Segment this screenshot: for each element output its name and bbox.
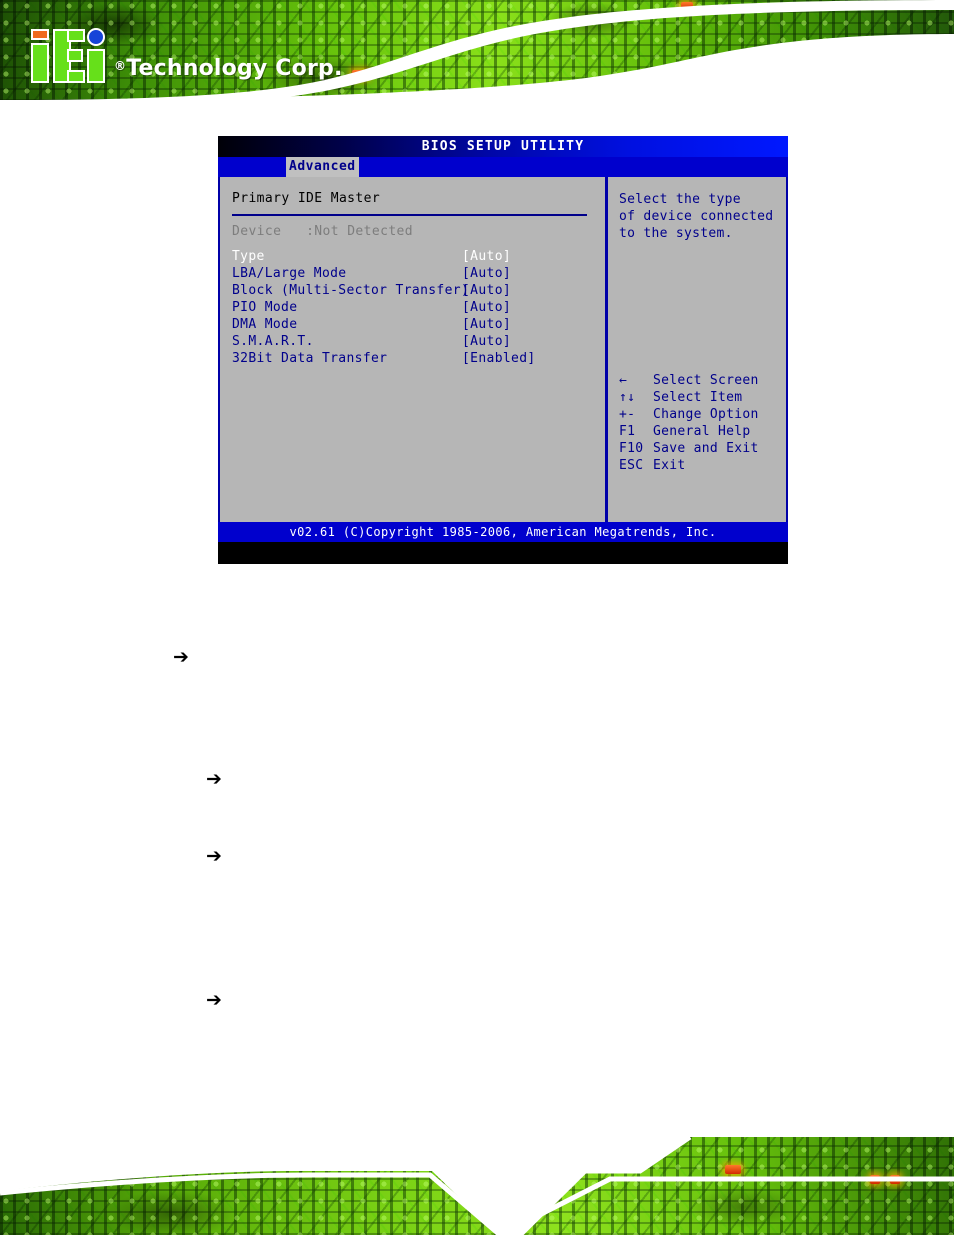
key-legend-row: ESC Exit: [619, 457, 759, 474]
arrow-bullet-icon: ➔: [173, 646, 189, 668]
bios-title-bar: BIOS SETUP UTILITY: [218, 136, 788, 157]
setting-row[interactable]: Type [Auto]: [232, 248, 605, 265]
bios-bottom-edge: [218, 542, 788, 564]
key-glyph-icon: ESC: [619, 458, 644, 473]
setting-value[interactable]: [Auto]: [462, 299, 511, 316]
bios-footer-bar: v02.61 (C)Copyright 1985-2006, American …: [218, 522, 788, 542]
key-description: Save and Exit: [653, 441, 759, 456]
setting-row[interactable]: DMA Mode [Auto]: [232, 316, 605, 333]
setting-label: Type: [232, 249, 265, 264]
setting-value[interactable]: [Auto]: [462, 333, 511, 350]
registered-mark-icon: ®: [114, 59, 127, 73]
key-legend-row: ↑↓ Select Item: [619, 389, 759, 406]
logo-company-name: Technology Corp.: [126, 56, 343, 81]
setting-row[interactable]: PIO Mode [Auto]: [232, 299, 605, 316]
footer-white-sweep: [0, 1127, 954, 1235]
arrow-bullet-icon: ➔: [206, 845, 222, 867]
key-legend-row: +- Change Option: [619, 406, 759, 423]
setting-label: DMA Mode: [232, 317, 298, 332]
key-glyph-icon: +-: [619, 407, 636, 422]
arrow-bullet-icon: ➔: [206, 768, 222, 790]
setting-row[interactable]: Block (Multi-Sector Transfer) [Auto]: [232, 282, 605, 299]
arrow-bullet-icon: ➔: [206, 989, 222, 1011]
setting-row[interactable]: 32Bit Data Transfer [Enabled]: [232, 350, 605, 367]
setting-value[interactable]: [Auto]: [462, 316, 511, 333]
device-label: Device: [232, 224, 282, 239]
setting-row[interactable]: S.M.A.R.T. [Auto]: [232, 333, 605, 350]
key-description: Select Screen: [653, 373, 759, 388]
key-description: Exit: [653, 458, 686, 473]
setting-value[interactable]: [Auto]: [462, 248, 511, 265]
page-header-banner: ®Technology Corp.: [0, 0, 954, 112]
bios-menu-bar: Advanced: [218, 157, 788, 177]
setting-value[interactable]: [Auto]: [462, 265, 511, 282]
settings-list: Type [Auto] LBA/Large Mode [Auto] Block (Mul…: [232, 248, 605, 367]
key-glyph-icon: F1: [619, 424, 636, 439]
key-legend-row: F1 General Help: [619, 423, 759, 440]
setting-row[interactable]: LBA/Large Mode [Auto]: [232, 265, 605, 282]
bios-settings-panel: Primary IDE Master Device :Not Detected …: [220, 177, 605, 522]
iei-logo: ®Technology Corp.: [30, 28, 343, 84]
key-legend-row: F10 Save and Exit: [619, 440, 759, 457]
device-value: :Not Detected: [306, 224, 414, 239]
document-body: ➔ ➔ ➔ ➔: [0, 570, 954, 1130]
setting-label: Block (Multi-Sector Transfer): [232, 283, 470, 298]
key-glyph-icon: ↑↓: [619, 390, 636, 405]
setting-value[interactable]: [Auto]: [462, 282, 511, 299]
setting-label: 32Bit Data Transfer: [232, 351, 388, 366]
device-status-row: Device :Not Detected: [232, 224, 605, 239]
bios-content-area: Primary IDE Master Device :Not Detected …: [218, 177, 788, 522]
page-footer-banner: [0, 1127, 954, 1235]
key-legend: ← Select Screen ↑↓ Select Item +- Change Opti…: [619, 372, 759, 474]
setting-label: PIO Mode: [232, 300, 298, 315]
iei-logo-mark-icon: [30, 28, 108, 84]
key-glyph-icon: F10: [619, 441, 644, 456]
tab-advanced[interactable]: Advanced: [286, 157, 359, 177]
setting-label: LBA/Large Mode: [232, 266, 347, 281]
section-title: Primary IDE Master: [232, 191, 381, 206]
logo-company-text: ®Technology Corp.: [114, 56, 343, 81]
setting-value[interactable]: [Enabled]: [462, 350, 536, 367]
key-description: Change Option: [653, 407, 759, 422]
key-glyph-icon: ←: [619, 373, 628, 388]
bios-copyright: v02.61 (C)Copyright 1985-2006, American …: [289, 525, 717, 539]
bios-help-panel: Select the type of device connected to t…: [608, 177, 786, 522]
key-legend-row: ← Select Screen: [619, 372, 759, 389]
bios-setup-window: BIOS SETUP UTILITY Advanced Primary IDE …: [218, 136, 788, 564]
key-description: Select Item: [653, 390, 743, 405]
bios-title: BIOS SETUP UTILITY: [421, 139, 585, 154]
section-divider: [232, 214, 587, 216]
help-text: Select the type of device connected to t…: [619, 192, 774, 241]
key-description: General Help: [653, 424, 751, 439]
setting-label: S.M.A.R.T.: [232, 334, 314, 349]
